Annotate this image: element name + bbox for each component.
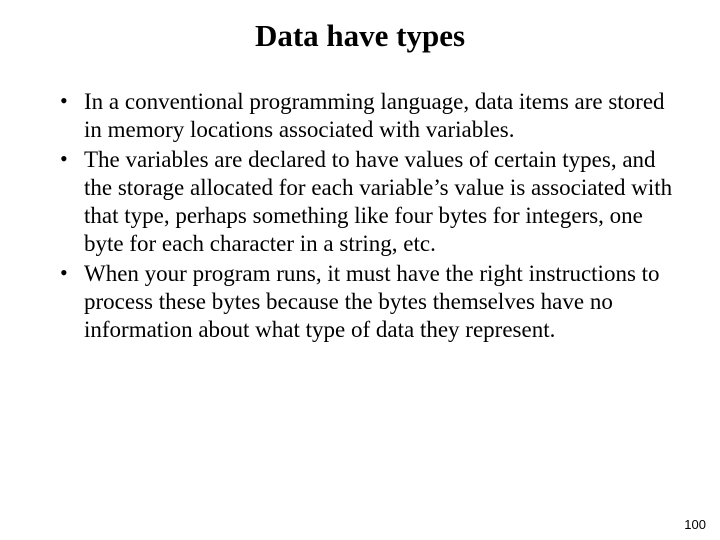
- bullet-list: In a conventional programming language, …: [36, 88, 684, 344]
- slide-title: Data have types: [36, 18, 684, 54]
- list-item: In a conventional programming language, …: [60, 88, 684, 144]
- page-number: 100: [684, 517, 706, 532]
- list-item: When your program runs, it must have the…: [60, 260, 684, 344]
- list-item: The variables are declared to have value…: [60, 146, 684, 258]
